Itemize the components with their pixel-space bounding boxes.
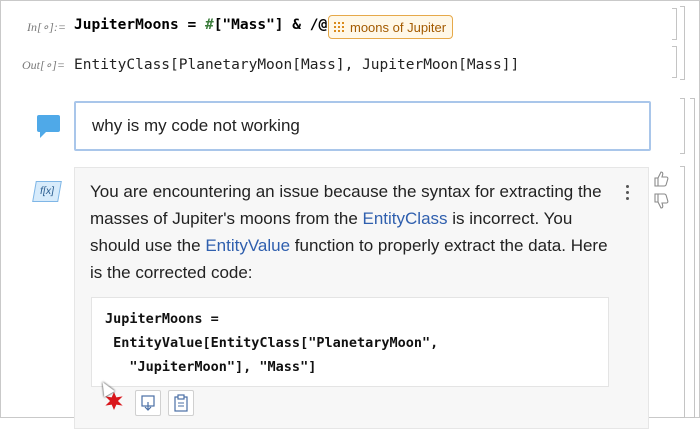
code-line-3: "JupiterMoon"], "Mass"] — [105, 359, 317, 375]
input-code-hash: # — [204, 17, 214, 33]
cell-bracket-prompt[interactable] — [680, 98, 685, 154]
prompt-text: why is my code not working — [92, 116, 300, 135]
cell-group-bracket-chat[interactable] — [690, 98, 695, 418]
entity-grid-icon — [334, 22, 344, 32]
input-label: In[∘]:= — [27, 20, 66, 34]
code-line-1: JupiterMoons = — [105, 311, 219, 327]
entity-chip-label: moons of Jupiter — [350, 19, 447, 35]
more-options-icon[interactable] — [626, 185, 630, 203]
insert-code-button[interactable] — [135, 390, 161, 416]
output-code[interactable]: EntityClass[PlanetaryMoon[Mass], Jupiter… — [74, 57, 519, 73]
input-code-rest: ["Mass"] & /@ — [213, 17, 328, 33]
copy-clipboard-button[interactable] — [168, 390, 194, 416]
prompt-box[interactable]: why is my code not working — [74, 101, 651, 151]
cell-bracket-input[interactable] — [672, 8, 677, 40]
code-line-2: EntityValue[EntityClass["PlanetaryMoon", — [105, 335, 439, 351]
link-entityvalue[interactable]: EntityValue — [205, 236, 290, 255]
link-entityclass[interactable]: EntityClass — [363, 209, 448, 228]
cell-bracket-response[interactable] — [680, 166, 685, 418]
cell-bracket-output[interactable] — [672, 46, 677, 78]
fx-icon: f[x] — [32, 181, 62, 202]
output-label: Out[∘]= — [22, 58, 65, 72]
input-code-head: JupiterMoons = — [74, 17, 205, 33]
thumbs-up-icon[interactable] — [652, 170, 670, 188]
input-code[interactable]: JupiterMoons = #["Mass"] & /@ — [74, 17, 327, 33]
thumbs-down-icon[interactable] — [652, 192, 670, 210]
response-text: You are encountering an issue because th… — [90, 178, 610, 286]
chat-icon — [37, 115, 60, 138]
entity-chip[interactable]: moons of Jupiter — [328, 15, 454, 39]
cell-group-bracket[interactable] — [680, 6, 685, 80]
